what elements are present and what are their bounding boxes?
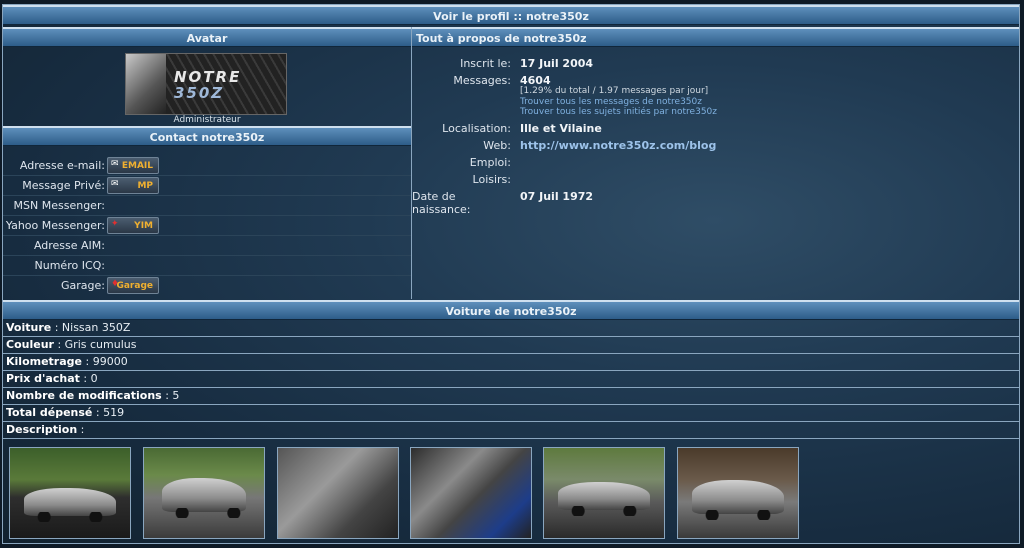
avatar-logo: NOTRE 350Z <box>166 54 286 114</box>
contact-row-garage: Garage: ♦ Garage <box>3 275 411 295</box>
joined-label: Inscrit le: <box>460 57 511 70</box>
contact-label: Yahoo Messenger: <box>5 219 105 232</box>
pm-button[interactable]: ✉ MP <box>107 177 159 194</box>
about-row-location: Localisation: Ille et Vilaine <box>412 120 1019 137</box>
car-row-label: Couleur <box>6 338 54 351</box>
about-row-birthday: Date de naissance: 07 Juil 1972 <box>412 188 1019 216</box>
avatar-car-image <box>126 54 166 114</box>
car-row-label: Voiture <box>6 321 52 334</box>
yahoo-icon: ✦ <box>111 219 119 229</box>
joined-value: 17 Juil 2004 <box>520 57 594 70</box>
car-row: Couleur : Gris cumulus <box>3 337 1019 354</box>
car-photo-thumbnail[interactable] <box>677 447 799 539</box>
yahoo-button-label: YIM <box>134 221 153 231</box>
car-row-value: : Nissan 350Z <box>51 321 131 334</box>
right-column: Tout à propos de notre350z Inscrit le: 1… <box>412 27 1019 299</box>
location-value: Ille et Vilaine <box>520 122 602 135</box>
car-row-label: Prix d'achat <box>6 372 80 385</box>
contact-row-icq: Numéro ICQ: <box>3 255 411 276</box>
car-header: Voiture de notre350z <box>3 300 1019 320</box>
contact-label: Adresse e-mail: <box>19 159 105 172</box>
avatar-header: Avatar <box>3 27 411 47</box>
car-shape <box>558 482 650 516</box>
car-gallery <box>3 447 1019 543</box>
car-row-value: : 5 <box>161 389 180 402</box>
contact-label: Numéro ICQ: <box>34 259 105 272</box>
about-row-messages: Messages: 4604 [1.29% du total / 1.97 me… <box>412 72 1019 120</box>
pm-icon: ✉ <box>111 179 119 189</box>
messages-label: Messages: <box>453 74 511 87</box>
web-label: Web: <box>483 139 511 152</box>
car-row-label: Nombre de modifications <box>6 389 162 402</box>
contact-label: Message Privé: <box>22 179 105 192</box>
car-row-label: Kilometrage <box>6 355 82 368</box>
contact-row-pm: Message Privé: ✉ MP <box>3 175 411 196</box>
about-row-joined: Inscrit le: 17 Juil 2004 <box>412 55 1019 72</box>
car-row: Prix d'achat : 0 <box>3 371 1019 388</box>
contact-label: Adresse AIM: <box>33 239 105 252</box>
birthday-label: Date de naissance: <box>412 190 471 216</box>
messages-stats: [1.29% du total / 1.97 messages par jour… <box>520 86 709 96</box>
car-row-value: : Gris cumulus <box>53 338 137 351</box>
contact-row-msn: MSN Messenger: <box>3 195 411 216</box>
profile-frame: Voir le profil :: notre350z Avatar NOTRE… <box>2 4 1020 544</box>
car-row: Nombre de modifications : 5 <box>3 388 1019 405</box>
car-row: Voiture : Nissan 350Z <box>3 320 1019 337</box>
car-row-value: : 99000 <box>82 355 128 368</box>
email-button-label: EMAIL <box>121 161 153 171</box>
car-row-label: Total dépensé <box>6 406 93 419</box>
garage-button[interactable]: ♦ Garage <box>107 277 159 294</box>
about-list: Inscrit le: 17 Juil 2004 Messages: 4604 … <box>412 55 1019 216</box>
car-photo-thumbnail[interactable] <box>9 447 131 539</box>
avatar: NOTRE 350Z <box>125 53 287 115</box>
engine-photo-thumbnail[interactable] <box>277 447 399 539</box>
hobbies-label: Loisirs: <box>472 173 511 186</box>
garage-button-label: Garage <box>116 281 153 291</box>
about-header: Tout à propos de notre350z <box>412 27 1019 47</box>
contact-row-yahoo: Yahoo Messenger: ✦ YIM <box>3 215 411 236</box>
yahoo-button[interactable]: ✦ YIM <box>107 217 159 234</box>
about-row-hobbies: Loisirs: <box>412 171 1019 188</box>
parts-photo-thumbnail[interactable] <box>410 447 532 539</box>
email-button[interactable]: ✉ EMAIL <box>107 157 159 174</box>
avatar-logo-line2: 350Z <box>174 84 225 102</box>
contact-header: Contact notre350z <box>3 126 411 146</box>
car-shape <box>162 478 246 518</box>
about-row-web: Web: http://www.notre350z.com/blog <box>412 137 1019 154</box>
email-icon: ✉ <box>111 159 119 169</box>
car-row-value: : <box>77 423 85 436</box>
contact-row-aim: Adresse AIM: <box>3 235 411 256</box>
birthday-value: 07 Juil 1972 <box>520 190 594 203</box>
car-row: Kilometrage : 99000 <box>3 354 1019 371</box>
page-title: Voir le profil :: notre350z <box>3 5 1019 25</box>
job-label: Emploi: <box>469 156 511 169</box>
contact-label: MSN Messenger: <box>13 199 105 212</box>
car-shape <box>24 488 116 522</box>
car-shape <box>692 480 784 520</box>
about-row-job: Emploi: <box>412 154 1019 171</box>
car-row-label: Description <box>6 423 78 436</box>
car-photo-thumbnail[interactable] <box>143 447 265 539</box>
contact-row-email: Adresse e-mail: ✉ EMAIL <box>3 155 411 176</box>
car-photo-thumbnail[interactable] <box>543 447 665 539</box>
contact-label: Garage: <box>61 279 105 292</box>
car-row-value: : 0 <box>79 372 98 385</box>
find-topics-link[interactable]: Trouver tous les sujets initiés par notr… <box>520 107 717 117</box>
car-row: Total dépensé : 519 <box>3 405 1019 422</box>
user-rank: Administrateur <box>173 115 241 125</box>
find-messages-link[interactable]: Trouver tous les messages de notre350z <box>520 97 702 107</box>
car-row-value: : 519 <box>92 406 125 419</box>
website-link[interactable]: http://www.notre350z.com/blog <box>520 139 716 152</box>
location-label: Localisation: <box>442 122 511 135</box>
car-row: Description : <box>3 422 1019 439</box>
car-section: Voiture de notre350z Voiture : Nissan 35… <box>3 300 1019 439</box>
pm-button-label: MP <box>137 181 153 191</box>
left-column: Avatar NOTRE 350Z Administrateur Contact… <box>3 27 412 299</box>
